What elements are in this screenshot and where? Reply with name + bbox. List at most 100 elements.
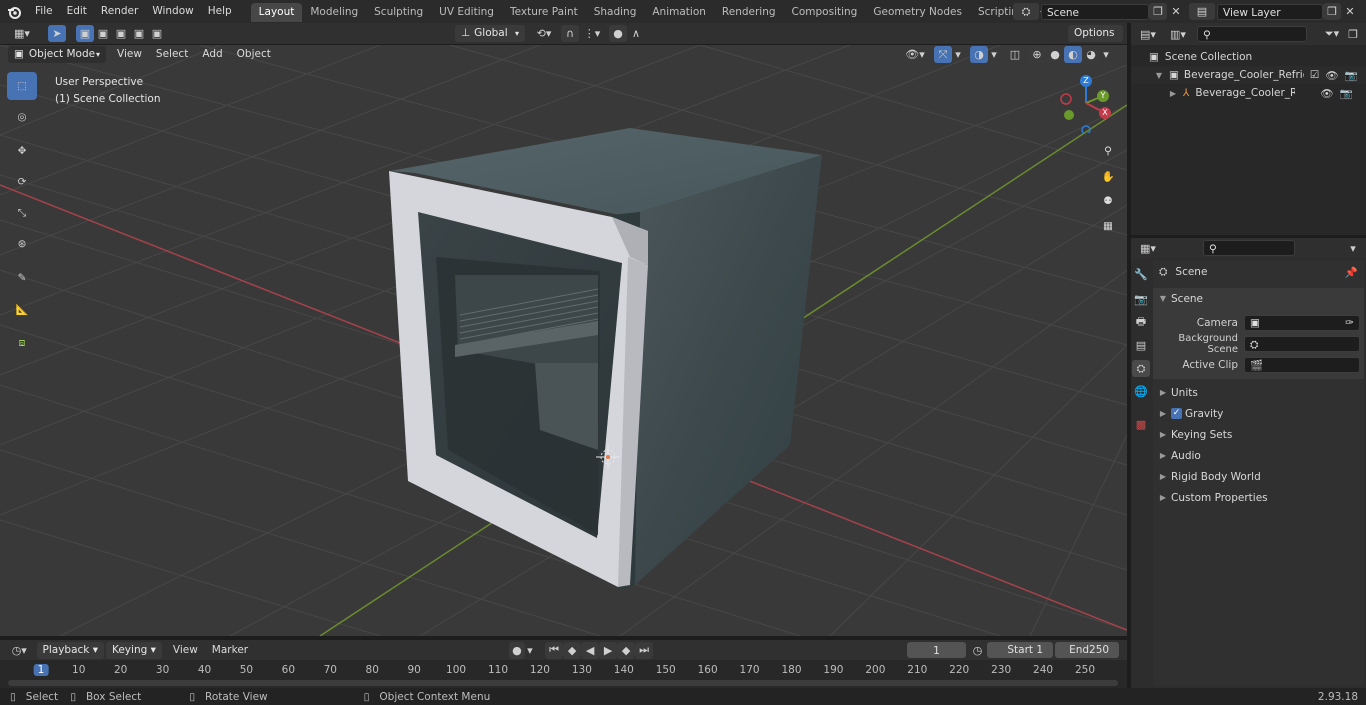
menu-window[interactable]: Window — [145, 0, 200, 23]
new-scene-icon[interactable]: ❐ — [1149, 3, 1167, 20]
navigation-gizmo[interactable]: Z Y X — [1056, 73, 1116, 135]
add-cube-tool-icon[interactable]: ⧈ — [7, 329, 37, 357]
scene-name-field[interactable]: Scene — [1041, 3, 1149, 20]
select-intersect-icon[interactable]: ▣ — [148, 25, 166, 42]
falloff-icon[interactable]: ∧ — [627, 25, 645, 42]
viewport-menu-object[interactable]: Object — [230, 46, 278, 63]
camera-field[interactable]: ▣ ✑ — [1244, 314, 1360, 331]
snap-target-icon[interactable]: ⋮▾ — [579, 25, 605, 42]
record-options-icon[interactable]: ▾ — [525, 642, 535, 659]
gravity-checkbox-icon[interactable]: ✓ — [1171, 408, 1182, 419]
background-scene-field[interactable]: ⛭ — [1244, 335, 1360, 352]
cursor-tool-icon[interactable]: ◎ — [7, 103, 37, 131]
timeline-scrollbar[interactable] — [8, 680, 1118, 686]
tab-modeling[interactable]: Modeling — [302, 3, 366, 22]
camera-view-icon[interactable]: ⚉ — [1097, 190, 1119, 212]
world-tab-icon[interactable]: 🌐 — [1132, 383, 1150, 400]
eye-icon[interactable]: 👁 — [1320, 87, 1333, 100]
properties-options-icon[interactable]: ▾ — [1344, 240, 1362, 257]
snap-icon[interactable]: ∩ — [561, 25, 579, 42]
panel-custom-properties[interactable]: ▶ Custom Properties — [1153, 487, 1364, 508]
properties-search-input[interactable]: ⚲ — [1203, 240, 1295, 256]
editor-type-icon[interactable]: ▦▾ — [8, 25, 36, 42]
properties-editor-icon[interactable]: ▦▾ — [1135, 240, 1161, 257]
visibility-icon[interactable]: 👁▾ — [902, 46, 928, 63]
shading-dropdown-icon[interactable]: ▾ — [1100, 46, 1112, 63]
select-new-icon[interactable]: ▣ — [76, 25, 94, 42]
blender-logo-icon[interactable] — [0, 0, 28, 23]
panel-gravity[interactable]: ▶ ✓ Gravity — [1153, 403, 1364, 424]
tab-rendering[interactable]: Rendering — [714, 3, 784, 22]
filter-icon[interactable]: ⏷▾ — [1320, 26, 1344, 43]
mode-dropdown[interactable]: ▣ Object Mode ▾ — [8, 46, 106, 63]
tool-tab-icon[interactable]: 🔧 — [1132, 266, 1150, 283]
start-frame-field[interactable]: Start 1 — [987, 642, 1054, 658]
move-tool-icon[interactable]: ✥ — [7, 137, 37, 165]
outliner-item-object[interactable]: ▶ ⅄ Beverage_Cooler_Refrig 👁 📷 — [1131, 84, 1366, 102]
gizmo-y-label[interactable]: Y — [1097, 90, 1109, 102]
output-tab-icon[interactable]: 🖶 — [1132, 314, 1150, 331]
render-tab-icon[interactable]: 📷 — [1132, 291, 1150, 308]
camera-icon[interactable]: 📷 — [1345, 69, 1358, 82]
panel-units[interactable]: ▶ Units — [1153, 382, 1364, 403]
jump-start-icon[interactable]: ⏮ — [545, 641, 564, 659]
timeline-menu-view[interactable]: View — [166, 642, 205, 659]
annotate-tool-icon[interactable]: ✎ — [7, 264, 37, 292]
view-layer-field[interactable]: View Layer — [1217, 3, 1323, 20]
measure-tool-icon[interactable]: 📐 — [7, 295, 37, 323]
eyedropper-icon[interactable]: ✑ — [1345, 316, 1354, 330]
material-shading-icon[interactable]: ◐ — [1064, 46, 1082, 63]
menu-render[interactable]: Render — [94, 0, 145, 23]
tab-shading[interactable]: Shading — [586, 3, 645, 22]
end-frame-field[interactable]: End 250 — [1055, 642, 1119, 658]
xray-icon[interactable]: ◫ — [1006, 46, 1024, 63]
gizmo-toggle-icon[interactable]: ⤧ — [934, 46, 952, 63]
current-frame-marker[interactable]: 1 — [33, 664, 49, 676]
expand-arrow-icon[interactable]: ▼ — [1153, 71, 1165, 80]
new-collection-icon[interactable]: ❐ — [1344, 26, 1362, 43]
view-layer-tab-icon[interactable]: ▤ — [1132, 337, 1150, 354]
zoom-icon[interactable]: ⚲ — [1097, 140, 1119, 162]
tab-uv-editing[interactable]: UV Editing — [431, 3, 502, 22]
checkbox-icon[interactable]: ☑ — [1310, 69, 1319, 81]
viewport-menu-select[interactable]: Select — [149, 46, 195, 63]
panel-keying-sets[interactable]: ▶ Keying Sets — [1153, 424, 1364, 445]
play-icon[interactable]: ▶ — [599, 641, 618, 659]
orientation-dropdown[interactable]: ⊥ Global ▾ — [455, 25, 525, 42]
current-frame-field[interactable]: 1 — [907, 642, 966, 658]
panel-rigid-body-world[interactable]: ▶ Rigid Body World — [1153, 466, 1364, 487]
pin-icon[interactable]: 📌 — [1345, 266, 1358, 279]
options-button[interactable]: Options — [1068, 25, 1123, 42]
outliner-item-collection[interactable]: ▼ ▣ Beverage_Cooler_Refrigerato ☑ 👁 📷 — [1131, 66, 1366, 84]
outliner-editor-icon[interactable]: ▤▾ — [1135, 26, 1161, 43]
tab-sculpting[interactable]: Sculpting — [366, 3, 431, 22]
preview-range-icon[interactable]: ◷ — [970, 642, 986, 659]
timeline-editor-icon[interactable]: ◷▾ — [8, 642, 31, 659]
tab-layout[interactable]: Layout — [250, 3, 303, 22]
overlay-dropdown-icon[interactable]: ▾ — [988, 46, 1000, 63]
frame-ruler[interactable]: 1 10 20 30 40 50 60 70 80 90 100 110 120 130 140 150 160… — [0, 661, 1127, 681]
3d-viewport[interactable]: User Perspective (1) Scene Collection Z … — [0, 45, 1127, 636]
active-clip-field[interactable]: 🎬 — [1244, 356, 1360, 373]
viewport-menu-view[interactable]: View — [110, 46, 149, 63]
scene-panel-header[interactable]: ▼ Scene — [1153, 288, 1364, 309]
new-view-layer-icon[interactable]: ❐ — [1323, 3, 1341, 20]
prev-keyframe-icon[interactable]: ◆ — [563, 641, 582, 659]
outliner-search-input[interactable]: ⚲ — [1197, 26, 1307, 42]
viewport-menu-add[interactable]: Add — [195, 46, 229, 63]
proportional-edit-icon[interactable]: ● — [609, 25, 627, 42]
select-tool-icon[interactable]: ➤ — [48, 25, 66, 42]
ortho-toggle-icon[interactable]: ▦ — [1097, 215, 1119, 237]
eye-icon[interactable]: 👁 — [1325, 69, 1338, 82]
rendered-shading-icon[interactable]: ◕ — [1082, 46, 1100, 63]
panel-audio[interactable]: ▶ Audio — [1153, 445, 1364, 466]
menu-file[interactable]: File — [28, 0, 60, 23]
gizmo-x-label[interactable]: X — [1099, 107, 1111, 119]
tab-animation[interactable]: Animation — [644, 3, 714, 22]
record-icon[interactable]: ● — [509, 641, 525, 659]
select-invert-icon[interactable]: ▣ — [130, 25, 148, 42]
gizmo-dropdown-icon[interactable]: ▾ — [952, 46, 964, 63]
scene-tab-icon[interactable]: ⛭ — [1132, 360, 1150, 377]
wireframe-shading-icon[interactable]: ⊕ — [1028, 46, 1046, 63]
scene-icon[interactable]: ⛭ — [1013, 3, 1039, 20]
